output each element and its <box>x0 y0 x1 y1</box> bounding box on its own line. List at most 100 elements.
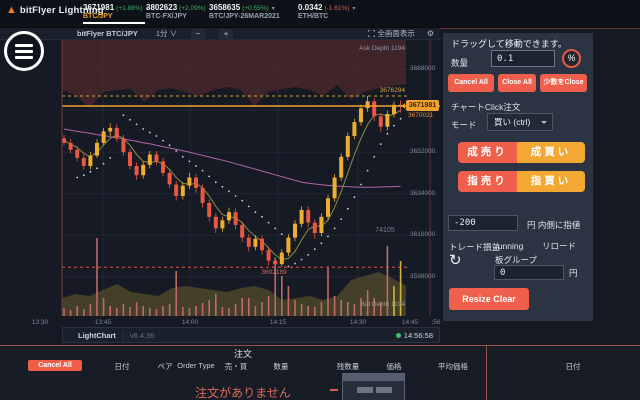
candle-body <box>82 158 86 166</box>
candle-body <box>319 217 323 233</box>
candle-body <box>141 165 145 175</box>
ticker-pair: BTC/JPY-26MAR2021 <box>209 13 280 20</box>
sar-dot <box>175 150 177 152</box>
market-sell-button[interactable]: 成売り <box>458 142 517 163</box>
interval-dropdown[interactable]: 1分 ∨ <box>156 28 177 39</box>
column-header-remaining: 残数量 <box>337 361 360 372</box>
resize-clear-button[interactable]: Resize Clear <box>449 288 529 310</box>
limit-buy-button[interactable]: 指買い <box>517 171 585 192</box>
sar-dot <box>340 218 342 220</box>
candlestick-chart[interactable] <box>0 28 440 324</box>
fullscreen-icon <box>368 30 375 37</box>
chevron-down-icon[interactable]: ▾ <box>352 5 355 12</box>
sar-dot <box>109 157 111 159</box>
percent-icon[interactable]: % <box>562 49 581 68</box>
candle-body <box>121 138 125 152</box>
volume-bar <box>367 290 369 316</box>
drag-hint: ドラッグして移動できます。 <box>451 37 567 50</box>
ticker-btc-jpy[interactable]: 3671981 (+1.88%) ▾ BTC/JPY <box>83 3 149 24</box>
sar-dot <box>387 133 389 135</box>
volume-bar <box>169 304 171 316</box>
mode-select[interactable]: 買い (ctrl) <box>487 113 553 131</box>
group-input[interactable] <box>494 265 564 280</box>
trade-tool-card[interactable]: ドラッグして移動できます。 数量 % Cancel All Close All … <box>443 33 593 321</box>
sar-dot <box>307 254 309 256</box>
sar-dot <box>281 233 283 235</box>
hamburger-menu-button[interactable] <box>4 31 44 71</box>
sar-dot <box>202 170 204 172</box>
fullscreen-button[interactable]: 全画面表示 <box>368 28 415 39</box>
zoom-in-button[interactable]: + <box>219 29 233 39</box>
gear-icon[interactable]: ⚙ <box>427 29 434 38</box>
sar-dot <box>189 161 191 163</box>
ticker-price: 3658635 <box>209 3 240 12</box>
sar-dot <box>321 243 323 245</box>
volume-bar <box>307 306 309 316</box>
volume-bar <box>314 307 316 316</box>
volume-bar <box>182 307 184 316</box>
chevron-down-icon <box>541 121 547 127</box>
volume-bar <box>373 298 375 316</box>
no-orders-message: 注文がありません <box>0 384 486 400</box>
volume-bar <box>400 261 402 316</box>
volume-bar <box>208 300 210 316</box>
sar-dot <box>360 184 362 186</box>
volume-bar <box>202 303 204 316</box>
bid-price-label: 3670021 <box>408 112 433 119</box>
candle-body <box>154 155 158 162</box>
candle-body <box>148 155 152 165</box>
candle-body <box>280 253 284 265</box>
chevron-down-icon[interactable]: ▾ <box>272 5 275 12</box>
sar-dot <box>136 124 138 126</box>
version-label: v6.4.36 <box>130 331 155 340</box>
cancel-all-button[interactable]: Cancel All <box>448 74 494 92</box>
offset-input[interactable] <box>448 215 518 231</box>
ticker-eth-btc[interactable]: 0.0342 (-1.61%) ▾ ETH/BTC <box>298 3 355 20</box>
orders-cancel-all-button[interactable]: Cancel All <box>28 360 82 371</box>
quantity-input[interactable] <box>491 50 555 67</box>
sar-dot <box>195 165 197 167</box>
sar-dot <box>103 163 105 165</box>
sar-dot <box>129 119 131 121</box>
sar-dot <box>261 216 263 218</box>
candle-body <box>161 161 165 173</box>
candle-body <box>267 250 271 260</box>
reload-label[interactable]: リロード <box>542 240 576 252</box>
volume-bar <box>116 308 118 316</box>
volume-bar <box>321 302 323 316</box>
candle-body <box>385 114 389 127</box>
candle-body <box>379 116 383 126</box>
zoom-out-button[interactable]: − <box>191 29 205 39</box>
candle-body <box>273 261 277 265</box>
column-header-pair: ペア <box>158 361 173 372</box>
limit-sell-button[interactable]: 指売り <box>458 171 517 192</box>
top-bar: ▲ bitFlyer Lightning 3671981 (+1.88%) ▾ … <box>0 0 640 28</box>
sar-dot <box>76 177 78 179</box>
volume-bar <box>235 304 237 316</box>
ticker-btc-jpy-future[interactable]: 3658635 (+0.55%) ▾ BTC/JPY-26MAR2021 <box>209 3 280 20</box>
minor-close-button[interactable]: 少数をClose <box>540 74 587 92</box>
ticker-change: (-1.61%) <box>324 5 349 12</box>
sar-dot <box>208 176 210 178</box>
candle-body <box>247 238 251 247</box>
volume-bar <box>63 308 65 316</box>
ticker-change: (+2.09%) <box>179 5 206 12</box>
volume-bar <box>288 286 290 316</box>
sar-dot <box>400 118 402 120</box>
volume-bar <box>281 276 283 316</box>
column-header-date: 日付 <box>566 361 581 372</box>
close-all-button[interactable]: Close All <box>498 74 536 92</box>
volume-bar <box>142 306 144 316</box>
chart-title: bitFlyer BTC/JPY <box>77 29 138 38</box>
ticker-btc-fx-jpy[interactable]: 3802623 (+2.09%) BTC-FX/JPY <box>146 3 206 20</box>
market-buy-button[interactable]: 成買い <box>517 142 585 163</box>
sar-dot <box>149 132 151 134</box>
candle-body <box>253 239 257 247</box>
volume-bar <box>393 286 395 316</box>
candle-body <box>333 178 337 199</box>
sar-dot <box>248 206 250 208</box>
reload-icon[interactable]: ↻ <box>449 251 462 269</box>
sar-dot <box>301 259 303 261</box>
column-header-side: 売・買 <box>225 361 248 372</box>
sar-dot <box>222 186 224 188</box>
